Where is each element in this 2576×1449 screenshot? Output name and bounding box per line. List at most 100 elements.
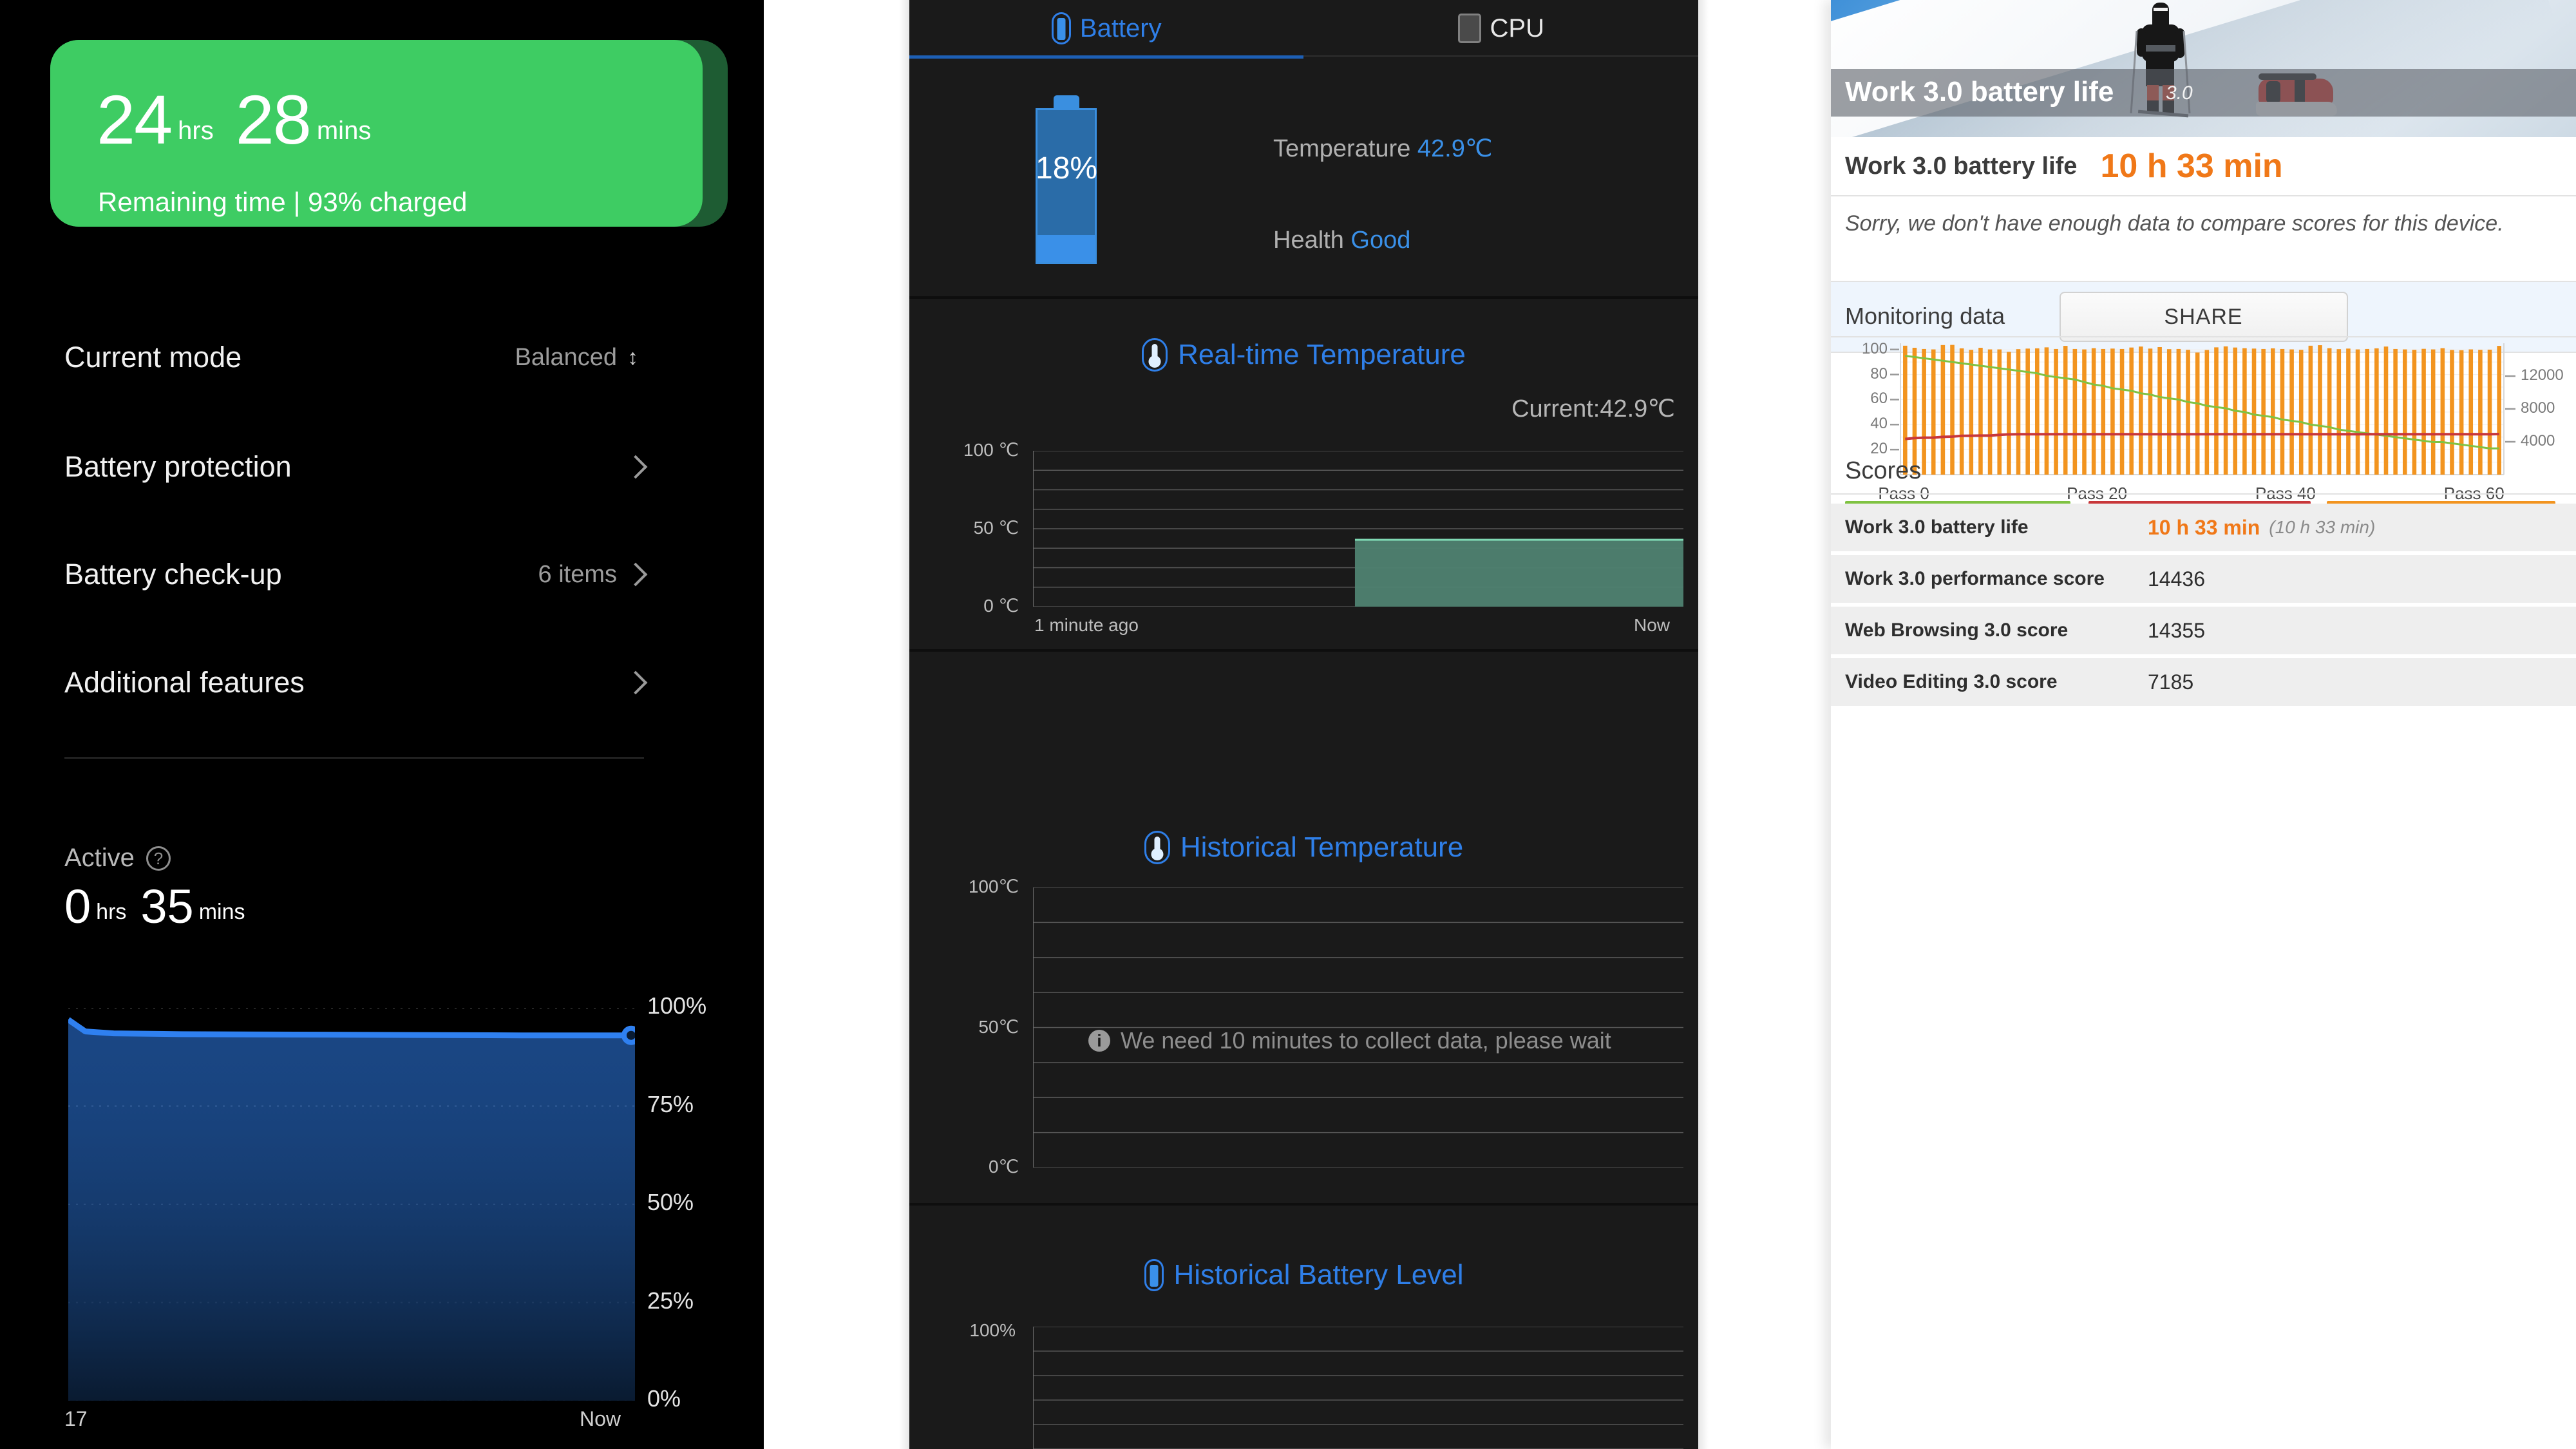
chart-bar [2318,345,2322,475]
active-hours-unit: hrs [96,899,127,924]
chart-bar [2383,346,2389,475]
setting-row-battery-checkup[interactable]: Battery check-up 6 items [64,555,648,594]
realtime-current-temperature: Current:42.9℃ [1511,395,1675,422]
setting-row-current-mode[interactable]: Current mode Balanced ↕ [64,338,644,377]
remaining-time-subtitle: Remaining time | 93% charged [98,187,468,217]
tab-bar: Battery CPU [909,0,1698,57]
chart-bar [2204,350,2210,475]
monitoring-data-chart [1890,343,2515,475]
section-divider [64,757,644,759]
active-hours: 0 [64,880,91,933]
chart-bar [2478,350,2483,475]
battery-icon [1051,12,1071,44]
thermometer-icon [1144,831,1170,864]
row-label: Battery check-up [64,558,282,591]
section-title-text: Historical Battery Level [1173,1259,1464,1291]
tab-battery[interactable]: Battery [909,0,1304,57]
chart-bar [2346,348,2351,475]
section-separator [909,1203,1698,1206]
score-name: Web Browsing 3.0 score [1845,620,2069,641]
score-subvalue: (10 h 33 min) [2269,517,2376,537]
chart-bar [2497,346,2501,475]
row-separator [1831,195,2576,196]
chart-bar [2374,348,2379,475]
chart-bar [2421,348,2426,475]
tab-label: CPU [1490,14,1544,43]
score-value: 14355 [2148,618,2205,642]
pcmark-results-panel: Work 3.0 battery life 3.0 Work 3.0 batte… [1831,0,2576,1449]
remaining-hours-unit: hrs [178,116,214,145]
battery-fill [1037,234,1095,262]
comparison-note: Sorry, we don't have enough data to comp… [1845,211,2504,236]
chart-bar [1922,348,1926,475]
battery-chart-x-start: 17 [64,1407,88,1430]
historical-temp-y-label: 50℃ [978,1016,1019,1037]
chevron-right-icon [623,562,648,587]
battery-level-chart [68,1008,635,1401]
panel-gap-right [1698,0,1709,1449]
remaining-minutes-unit: mins [316,116,372,145]
battery-icon [1144,1259,1164,1291]
realtime-temperature-title: Real-time Temperature [909,338,1698,372]
realtime-chart-y-label: 50 ℃ [973,518,1019,538]
chart-bar [2468,349,2474,475]
row-value: Balanced [515,343,617,371]
chart-bar [2459,350,2464,475]
health-key: Health [1273,227,1344,254]
realtime-chart-y-label: 100 ℃ [963,440,1019,460]
monitoring-chart-y2-label: 12000 [2521,366,2564,384]
battery-chart-x-end: Now [580,1407,621,1430]
chart-bar [2336,349,2342,475]
stepper-icon[interactable]: ↕ [627,343,644,372]
chart-bar [2110,348,2115,475]
row-right: Balanced ↕ [515,343,644,372]
row-label: Battery protection [64,450,292,483]
health-value: Good [1350,227,1411,254]
question-icon[interactable]: ? [146,846,171,871]
share-button[interactable]: SHARE [2059,292,2348,342]
remaining-minutes: 28 [235,80,312,158]
battery-chart-y-label: 100% [647,992,707,1019]
chart-bar [2025,348,2030,475]
chart-bar [2119,348,2125,475]
realtime-chart-x-end: Now [1634,615,1671,635]
score-value: 14436 [2148,567,2205,591]
chart-bar [2430,349,2436,475]
battery-body [1036,108,1097,264]
table-row[interactable]: Video Editing 3.0 score 7185 [1831,658,2576,706]
row-label: Current mode [64,341,242,374]
monitoring-chart-y-label: 60 [1870,390,1888,408]
historical-battery-y-label: 100% [969,1320,1016,1340]
cpu-icon [1457,14,1481,43]
headline-score-value: 10 h 33 min [2100,147,2283,185]
battery-settings-panel: 24 hrs 28 mins Remaining time | 93% char… [0,0,764,1449]
active-time-value: 0 hrs 35 mins [64,880,245,933]
chart-bar [2487,349,2492,475]
remaining-hours: 24 [97,80,173,158]
chart-bar [2271,348,2275,475]
chart-bar [2063,346,2068,475]
active-minutes-unit: mins [198,899,245,924]
headline-score-label: Work 3.0 battery life [1845,152,2078,180]
historical-temp-y-label: 0℃ [988,1157,1019,1177]
chart-bar [1940,345,1946,475]
chart-bar [2214,347,2219,475]
temperature-value: 42.9℃ [1417,135,1493,162]
table-row[interactable]: Work 3.0 performance score 14436 [1831,555,2576,603]
chart-bar [2298,350,2304,475]
chart-bar [2280,348,2285,475]
remaining-time-value: 24 hrs 28 mins [97,80,372,158]
table-row[interactable]: Web Browsing 3.0 score 14355 [1831,607,2576,654]
score-name: Work 3.0 performance score [1845,568,2105,589]
monitoring-chart-y2-label: 4000 [2521,432,2555,450]
chart-bar [2082,349,2087,475]
setting-row-additional-features[interactable]: Additional features [64,663,648,702]
chart-bar [2054,348,2058,475]
tab-cpu[interactable]: CPU [1304,0,1699,57]
row-value: 6 items [538,560,617,588]
hero-image: Work 3.0 battery life 3.0 [1831,0,2576,137]
table-row[interactable]: Work 3.0 battery life 10 h 33 min (10 h 33… [1831,504,2576,551]
setting-row-battery-protection[interactable]: Battery protection [64,448,648,486]
scores-title: Scores [1845,457,1922,484]
empty-message-text: We need 10 minutes to collect data, plea… [1121,1027,1611,1054]
